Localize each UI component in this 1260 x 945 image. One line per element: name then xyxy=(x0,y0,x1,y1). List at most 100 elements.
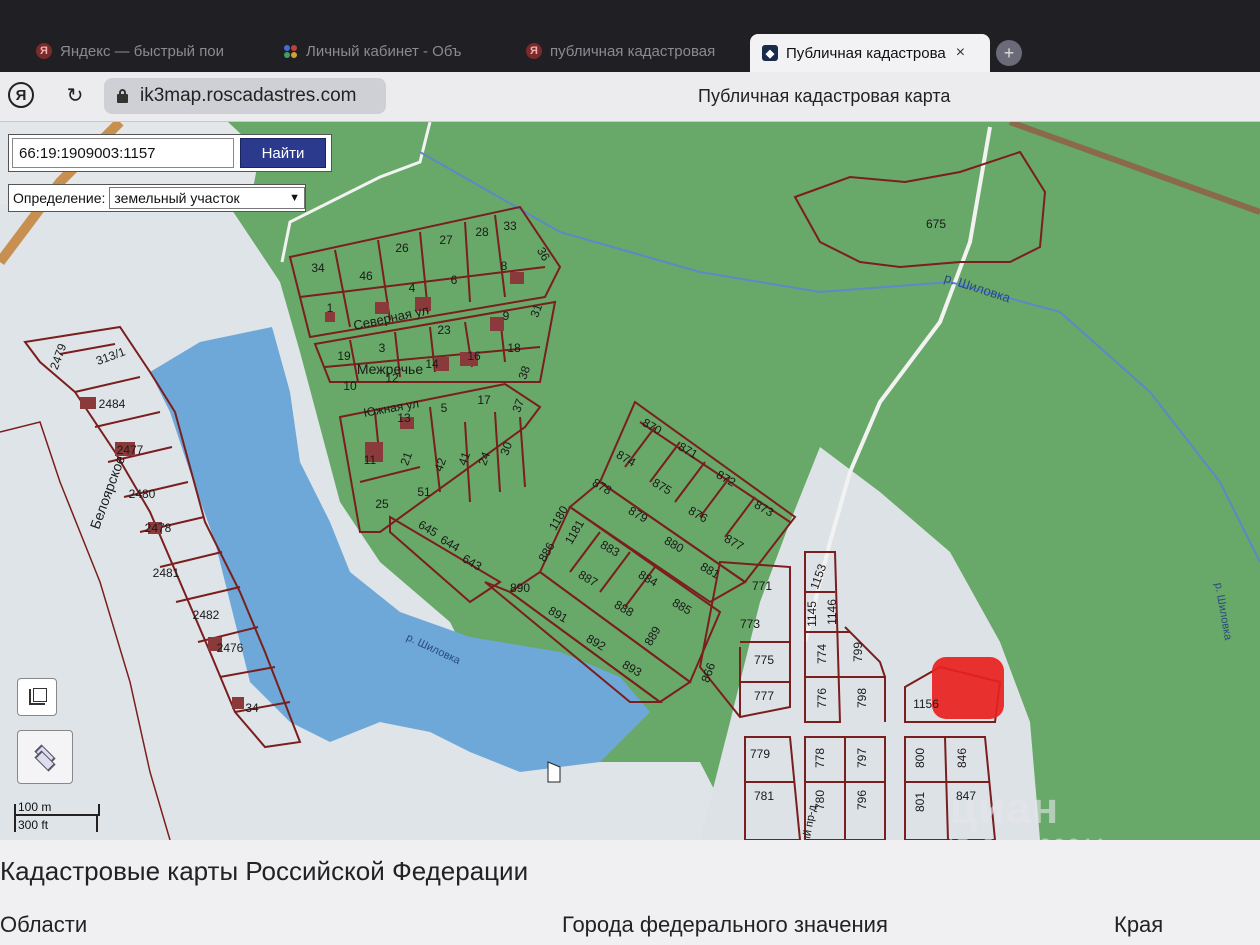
parcel-number-label[interactable]: 41 xyxy=(455,450,473,468)
street-label: Межречье xyxy=(357,361,424,377)
parcel-number-label[interactable]: 21 xyxy=(397,450,415,468)
parcel-number-label[interactable]: 879 xyxy=(626,503,651,525)
close-tab-icon[interactable]: × xyxy=(956,44,965,62)
parcel-number-label[interactable]: 888 xyxy=(612,597,637,619)
parcel-number-label[interactable]: 1180 xyxy=(546,503,571,533)
parcel-number-label[interactable]: 51 xyxy=(417,485,431,499)
parcel-number-label[interactable]: 774 xyxy=(815,644,829,664)
url-field[interactable]: ik3map.roscadastres.com xyxy=(104,78,386,114)
parcel-number-label[interactable]: 37 xyxy=(509,397,527,415)
parcel-number-label[interactable]: 23 xyxy=(437,323,451,337)
parcel-number-label[interactable]: 25 xyxy=(375,497,389,511)
parcel-number-label[interactable]: 872 xyxy=(714,467,739,489)
parcel-number-label[interactable]: 34 xyxy=(311,261,325,275)
parcel-number-label[interactable]: 16 xyxy=(467,349,481,363)
parcel-number-label[interactable]: 27 xyxy=(439,233,453,247)
yandex-logo-icon[interactable]: Я xyxy=(8,82,34,108)
parcel-number-label[interactable]: 870 xyxy=(640,415,665,437)
railway-line xyxy=(1008,122,1260,215)
parcel-number-label[interactable]: 11 xyxy=(364,453,377,467)
parcel-number-label[interactable]: 33 xyxy=(503,219,517,233)
parcel-number-label[interactable]: 2482 xyxy=(193,608,220,622)
highlighted-parcel[interactable] xyxy=(932,657,1004,719)
parcel-number-label[interactable]: 773 xyxy=(740,617,760,631)
new-tab-button[interactable]: + xyxy=(996,40,1022,66)
tab-cadastral-map[interactable]: ◆ Публичная кадастрова × xyxy=(750,34,990,72)
find-button[interactable]: Найти xyxy=(240,138,326,168)
parcel-number-label[interactable]: 801 xyxy=(913,792,927,812)
parcel-number-label[interactable]: 645 xyxy=(416,517,441,539)
parcel-number-label[interactable]: 892 xyxy=(584,631,609,653)
link-regions[interactable]: Области xyxy=(0,912,87,938)
parcel-number-label[interactable]: 28 xyxy=(475,225,489,239)
parcel-number-label[interactable]: 800 xyxy=(913,748,927,768)
parcel-number-label[interactable]: 2481 xyxy=(153,566,180,580)
parcel-number-label[interactable]: 18 xyxy=(507,341,521,355)
parcel-number-label[interactable]: 46 xyxy=(359,269,373,283)
parcel-number-label[interactable]: 2477 xyxy=(117,443,144,457)
parcel-number-label[interactable]: 2476 xyxy=(217,641,244,655)
parcel-number-label[interactable]: 5 xyxy=(441,401,448,415)
reload-icon[interactable]: ↻ xyxy=(60,80,90,110)
parcel-number-label[interactable]: 42 xyxy=(431,456,449,474)
parcel-number-label[interactable]: 1156 xyxy=(913,697,939,711)
parcel-number-label[interactable]: 771 xyxy=(752,579,772,593)
parcel-number-label[interactable]: 19 xyxy=(337,349,351,363)
parcel-number-label[interactable]: 778 xyxy=(813,748,827,768)
tab-cadastral-search[interactable]: Я публичная кадастровая xyxy=(526,34,724,68)
parcel-number-label[interactable]: 1181 xyxy=(562,517,587,547)
parcel-number-label[interactable]: 777 xyxy=(754,689,774,703)
parcel-number-label[interactable]: 798 xyxy=(855,688,869,708)
parcel-number-label[interactable]: 1145 xyxy=(805,601,819,627)
parcel-number-label[interactable]: 889 xyxy=(641,624,663,649)
parcel-number-label[interactable]: 17 xyxy=(477,393,491,407)
parcel-number-label[interactable]: 34 xyxy=(245,701,259,715)
layers-button[interactable] xyxy=(17,730,73,784)
cadastral-number-input[interactable] xyxy=(12,138,234,168)
parcel-number-label[interactable]: 886 xyxy=(535,540,557,565)
parcel-number-label[interactable]: 26 xyxy=(395,241,409,255)
parcel-number-label[interactable]: 776 xyxy=(815,688,829,708)
link-territories[interactable]: Края xyxy=(1114,912,1163,938)
parcel-number-label[interactable]: 2484 xyxy=(99,397,126,411)
parcel-number-label[interactable]: 4 xyxy=(409,281,416,295)
parcel-number-label[interactable]: 10 xyxy=(343,379,357,393)
parcel-number-label[interactable]: 675 xyxy=(926,217,946,231)
ruler-button[interactable] xyxy=(17,678,57,716)
parcel-number-label[interactable]: 1146 xyxy=(825,599,839,625)
parcel-number-label[interactable]: 797 xyxy=(855,748,869,768)
parcel-number-label[interactable]: 775 xyxy=(754,653,774,667)
browser-window: Я Яндекс — быстрый пои Личный кабинет - … xyxy=(0,0,1260,945)
map-canvas[interactable]: 2479 313/12484247724802478248124822476343… xyxy=(0,122,1260,840)
parcel-number-label[interactable]: 890 xyxy=(510,581,530,595)
definition-select[interactable]: земельный участок ▼ xyxy=(109,187,305,209)
parcel-number-label[interactable]: 796 xyxy=(855,790,869,810)
parcel-number-label[interactable]: 885 xyxy=(670,595,695,617)
cadastral-map[interactable]: 2479 313/1 2484 2477 2480 2478 2481 2482 2476 34 3… xyxy=(0,122,1260,840)
parcel-number-label[interactable]: 14 xyxy=(425,357,439,371)
parcel-number-label[interactable]: 3 xyxy=(379,341,386,355)
parcel-number-label[interactable]: 36 xyxy=(534,245,553,264)
parcel-number-label[interactable]: 874 xyxy=(614,447,639,469)
parcel-number-label[interactable]: 779 xyxy=(750,747,770,761)
parcel-number-label[interactable]: 799 xyxy=(851,642,865,662)
parcel-number-label[interactable]: 6 xyxy=(451,273,458,287)
parcel-number-label[interactable]: 891 xyxy=(546,603,571,625)
street-label: р. Шиловка xyxy=(1212,582,1234,642)
parcel-number-label[interactable]: 30 xyxy=(497,440,515,458)
tab-yandex[interactable]: Я Яндекс — быстрый пои xyxy=(36,34,242,68)
parcel-number-label[interactable]: 781 xyxy=(754,789,774,803)
parcel-number-label[interactable]: 644 xyxy=(438,532,463,554)
parcel-number-label[interactable]: 887 xyxy=(576,567,601,589)
parcel-number-label[interactable]: 2478 xyxy=(145,521,172,535)
parcel-number-label[interactable]: 880 xyxy=(662,533,687,555)
parcel-number-label[interactable]: 9 xyxy=(503,309,510,323)
parcel-number-label[interactable]: 878 xyxy=(590,475,615,497)
parcel-number-label[interactable]: 38 xyxy=(515,364,533,382)
tab-personal-cabinet[interactable]: Личный кабинет - Объ xyxy=(282,34,482,68)
link-federal-cities[interactable]: Города федерального значения xyxy=(562,912,888,938)
parcel-number-label[interactable]: 2480 xyxy=(129,487,156,501)
parcel-number-label[interactable]: 846 xyxy=(955,748,969,768)
parcel-number-label[interactable]: 8 xyxy=(501,259,508,273)
parcel-number-label[interactable]: 1 xyxy=(327,301,334,315)
